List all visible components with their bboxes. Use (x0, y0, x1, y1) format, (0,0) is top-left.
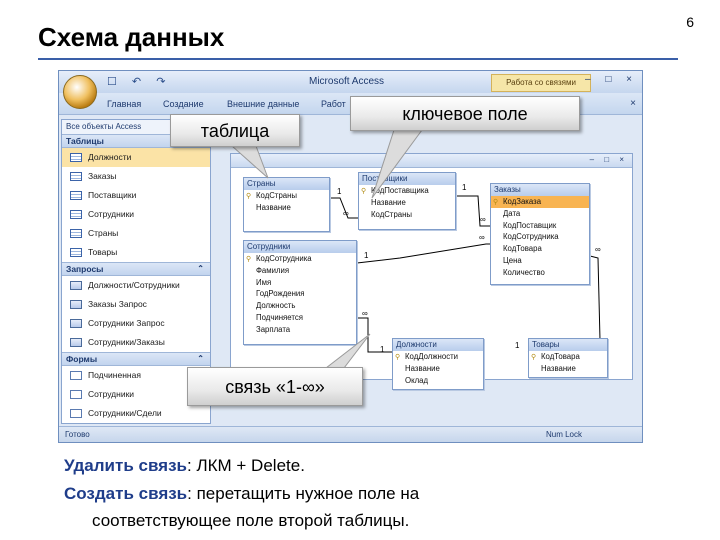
table-title[interactable]: Сотрудники (244, 241, 356, 253)
link-sotrudniki-dolzhnosti (357, 317, 392, 353)
field-label: КодЗаказа (503, 197, 542, 206)
table-field[interactable]: ⚲ КодСотрудника (244, 253, 356, 265)
table-title[interactable]: Заказы (491, 184, 589, 196)
table-field[interactable]: ⚲ КодПоставщика (359, 185, 455, 197)
field-label: КодСтраны (256, 191, 298, 200)
table-title[interactable]: Поставщики (359, 173, 455, 185)
field-label: КодДолжности (405, 352, 459, 361)
field-label: Название (371, 197, 406, 207)
callout-table: таблица (170, 114, 300, 147)
relation-mark-one: 1 (462, 183, 467, 192)
table-field[interactable]: КодПоставщик (491, 220, 589, 232)
table-field[interactable]: Название (393, 363, 483, 375)
relation-mark-one: 1 (380, 345, 385, 354)
field-label: Название (256, 202, 291, 212)
field-label: КодСотрудника (256, 254, 312, 263)
table-zakazy[interactable]: Заказы ⚲ КодЗаказа Дата КодПоставщик КодС… (490, 183, 590, 285)
table-field[interactable]: Количество (491, 267, 589, 279)
field-label: Оклад (405, 375, 428, 385)
field-label: КодСотрудника (503, 232, 559, 242)
field-label: ГодРождения (256, 289, 305, 299)
relation-mark-many: ∞ (362, 309, 368, 318)
field-label: КодПоставщик (503, 220, 557, 230)
table-field[interactable]: Зарплата (244, 324, 356, 336)
relation-mark-many: ∞ (480, 215, 486, 224)
table-postavshiki[interactable]: Поставщики ⚲ КодПоставщика Название КодСт… (358, 172, 456, 230)
field-label: КодТовара (541, 352, 580, 361)
table-field[interactable]: Фамилия (244, 265, 356, 277)
table-field[interactable]: КодСтраны (359, 209, 455, 221)
table-field[interactable]: Должность (244, 300, 356, 312)
field-label: Название (541, 363, 576, 373)
office-button[interactable] (63, 75, 97, 109)
table-title[interactable]: Должности (393, 339, 483, 351)
relation-mark-one: 1 (337, 187, 342, 196)
table-field[interactable]: Имя (244, 277, 356, 289)
table-field[interactable]: Дата (491, 208, 589, 220)
field-label: Имя (256, 277, 272, 287)
field-label: Должность (256, 301, 296, 311)
field-label: КодТовара (503, 244, 542, 254)
relation-mark-many: ∞ (479, 233, 485, 242)
relation-mark-many: ∞ (595, 245, 601, 254)
field-label: Зарплата (256, 324, 291, 334)
table-title[interactable]: Товары (529, 339, 607, 351)
field-label: Фамилия (256, 265, 290, 275)
table-dolzhnosti[interactable]: Должности ⚲ КодДолжности Название Оклад (392, 338, 484, 390)
table-field[interactable]: ⚲ КодСтраны (244, 190, 329, 202)
table-field[interactable]: Название (244, 202, 329, 214)
field-label: Дата (503, 208, 521, 218)
table-title[interactable]: Страны (244, 178, 329, 190)
field-label: Подчиняется (256, 312, 303, 322)
table-field[interactable]: Название (359, 197, 455, 209)
field-label: Название (405, 363, 440, 373)
table-field[interactable]: ⚲ КодТовара (529, 351, 607, 363)
callout-key-field: ключевое поле (350, 96, 580, 131)
table-field[interactable]: КодСотрудника (491, 231, 589, 243)
field-label: Количество (503, 267, 545, 277)
relation-mark-many: ∞ (343, 209, 349, 218)
table-field-key-highlighted[interactable]: ⚲ КодЗаказа (491, 196, 589, 208)
table-field[interactable]: Подчиняется (244, 312, 356, 324)
relationship-lines: 1 ∞ 1 ∞ 1 ∞ ∞ 1 ∞ 1 (330, 183, 601, 354)
relation-mark-one: 1 (364, 251, 369, 260)
table-field[interactable]: Название (529, 363, 607, 375)
callout-link: связь «1-∞» (187, 367, 363, 406)
link-sotrudniki-zakazy (356, 243, 490, 264)
table-field[interactable]: ⚲ КодДолжности (393, 351, 483, 363)
table-strany[interactable]: Страны ⚲ КодСтраны Название (243, 177, 330, 232)
table-field[interactable]: Оклад (393, 375, 483, 387)
relation-mark-one: 1 (515, 341, 520, 350)
table-tovary[interactable]: Товары ⚲ КодТовара Название (528, 338, 608, 378)
table-sotrudniki[interactable]: Сотрудники ⚲ КодСотрудника Фамилия Имя Го… (243, 240, 357, 345)
table-field[interactable]: КодТовара (491, 243, 589, 255)
field-label: Цена (503, 255, 522, 265)
table-field[interactable]: Цена (491, 255, 589, 267)
field-label: КодПоставщика (371, 186, 429, 195)
field-label: КодСтраны (371, 209, 413, 219)
table-field[interactable]: ГодРождения (244, 288, 356, 300)
